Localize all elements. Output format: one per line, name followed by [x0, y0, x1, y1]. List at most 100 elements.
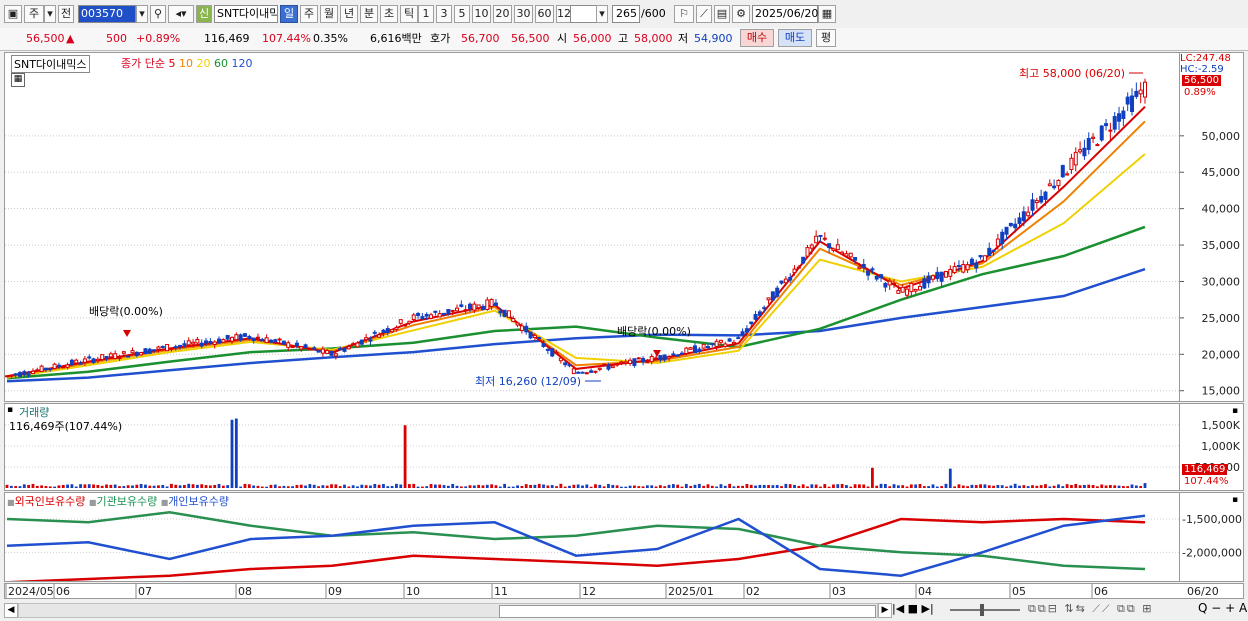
market-select[interactable]: 주 — [24, 5, 44, 23]
candle-body — [450, 309, 455, 312]
volume-panel: ▪ 거래량 116,469주(107.44%) — [4, 403, 1180, 491]
scroll-thumb[interactable] — [499, 605, 876, 618]
volume-bar — [520, 485, 524, 488]
volume-bar — [1070, 485, 1073, 488]
candle — [584, 371, 589, 375]
candle-body — [697, 348, 702, 352]
candle-body — [195, 338, 200, 344]
count-input[interactable]: 265 — [612, 5, 640, 23]
volume-bar — [754, 485, 757, 488]
candle — [403, 324, 408, 327]
period-tab-4[interactable]: 분 — [360, 5, 378, 23]
period-tab-1[interactable]: 주 — [300, 5, 318, 23]
candle — [589, 368, 594, 373]
candle-body — [5, 375, 9, 378]
candle-body — [160, 345, 165, 348]
interval-button-30[interactable]: 30 — [514, 5, 533, 23]
panel-icon[interactable]: ▪ — [7, 405, 13, 415]
period-tab-5[interactable]: 초 — [380, 5, 398, 23]
interval-button-3[interactable]: 3 — [436, 5, 452, 23]
gear-icon[interactable]: ⚙ — [732, 5, 750, 23]
search-icon[interactable]: ⚲ — [150, 5, 166, 23]
high-annotation: 최고 58,000 (06/20) — [1019, 67, 1125, 80]
candle-body — [701, 343, 706, 349]
interval-button-5[interactable]: 5 — [454, 5, 470, 23]
code-dropdown-icon[interactable]: ▾ — [136, 5, 148, 23]
prev-button[interactable]: 전 — [58, 5, 74, 23]
scroll-left-icon[interactable]: ◀ — [4, 603, 18, 618]
volume-bar — [382, 484, 385, 488]
interval-button-20[interactable]: 20 — [493, 5, 512, 23]
volume-bar — [745, 483, 749, 488]
candle-body — [230, 336, 235, 342]
candle-body — [117, 357, 122, 360]
zoom-icons[interactable]: Q − + A — [1198, 601, 1247, 615]
candle — [455, 304, 460, 312]
volume-bar — [879, 483, 883, 488]
period-tab-0[interactable]: 일 — [280, 5, 298, 23]
interval-button-1[interactable]: 1 — [418, 5, 434, 23]
volume-bar — [1022, 485, 1026, 488]
candle-body — [606, 365, 611, 370]
volume-bar — [780, 486, 783, 488]
date-label: 03 — [832, 585, 846, 598]
period-tab-2[interactable]: 월 — [320, 5, 338, 23]
candle — [844, 250, 849, 258]
zoom-slider[interactable] — [950, 604, 1020, 616]
candle-body — [900, 286, 905, 293]
holding-axis: -1,500,000 -2,000,000 ▪ — [1180, 492, 1244, 582]
volume-bar — [485, 484, 489, 488]
volume-bar — [221, 485, 225, 488]
sell-button[interactable]: 매도 — [778, 29, 812, 47]
interval-button-10[interactable]: 10 — [472, 5, 491, 23]
volume-bar — [420, 486, 424, 488]
zoom-slider-handle[interactable] — [980, 604, 984, 616]
line-tool-icon[interactable]: ⟋ — [696, 5, 712, 23]
volume-bar — [494, 485, 498, 488]
candle-body — [1013, 223, 1018, 229]
window-icon[interactable]: ▣ — [4, 5, 22, 23]
candle — [939, 271, 944, 287]
volume-collapse-icon[interactable]: ▪ — [1232, 406, 1238, 416]
candle — [757, 309, 762, 317]
candle-body — [35, 369, 40, 372]
holding-collapse-icon[interactable]: ▪ — [1232, 495, 1238, 505]
volume-bar — [304, 485, 307, 488]
candle-body — [818, 234, 823, 237]
volume-bar — [563, 486, 567, 488]
interval-dropdown-icon[interactable]: ▾ — [596, 5, 608, 23]
ma-legend-label: 종가 단순 — [121, 57, 165, 70]
buy-button[interactable]: 매수 — [740, 29, 774, 47]
chevron-down-icon[interactable]: ▾ — [44, 5, 56, 23]
candle — [814, 230, 819, 244]
candle-icon[interactable]: ⚐ — [674, 5, 694, 23]
speaker-icon[interactable]: ◂▾ — [168, 5, 194, 23]
volume-bar — [217, 483, 221, 488]
scroll-right-icon[interactable]: ▶ — [878, 603, 892, 618]
volume-bar — [836, 484, 840, 488]
candle — [974, 259, 979, 273]
save-icon[interactable]: ▤ — [714, 5, 730, 23]
candle — [615, 363, 620, 367]
stock-code-input[interactable]: 003570 — [78, 5, 136, 23]
interval-button-60[interactable]: 60 — [535, 5, 554, 23]
candle-body — [493, 302, 498, 306]
period-tab-6[interactable]: 틱 — [400, 5, 418, 23]
candle-body — [74, 359, 79, 364]
candle — [727, 337, 732, 342]
volume-bar — [195, 484, 199, 488]
period-tab-3[interactable]: 년 — [340, 5, 358, 23]
volume-bar — [472, 485, 476, 488]
calendar-icon[interactable]: ▦ — [818, 5, 836, 23]
candle-body — [1060, 165, 1065, 178]
horizontal-scrollbar[interactable] — [18, 603, 878, 618]
volume-bar — [1018, 485, 1021, 488]
candle-body — [506, 310, 511, 318]
tool-icons[interactable]: ⧉⧉⊟ ⇅⇆ ⟋⟋ ⧉⧉ ⊞ — [1028, 602, 1153, 616]
candle — [217, 336, 222, 344]
evaluate-button[interactable]: 평 — [816, 29, 836, 47]
playback-icons[interactable]: |◀ ■ ▶| — [892, 602, 934, 615]
calculator-icon[interactable]: ▦ — [11, 73, 25, 87]
volume-bar — [719, 484, 723, 488]
date-input[interactable]: 2025/06/20 — [752, 5, 818, 23]
